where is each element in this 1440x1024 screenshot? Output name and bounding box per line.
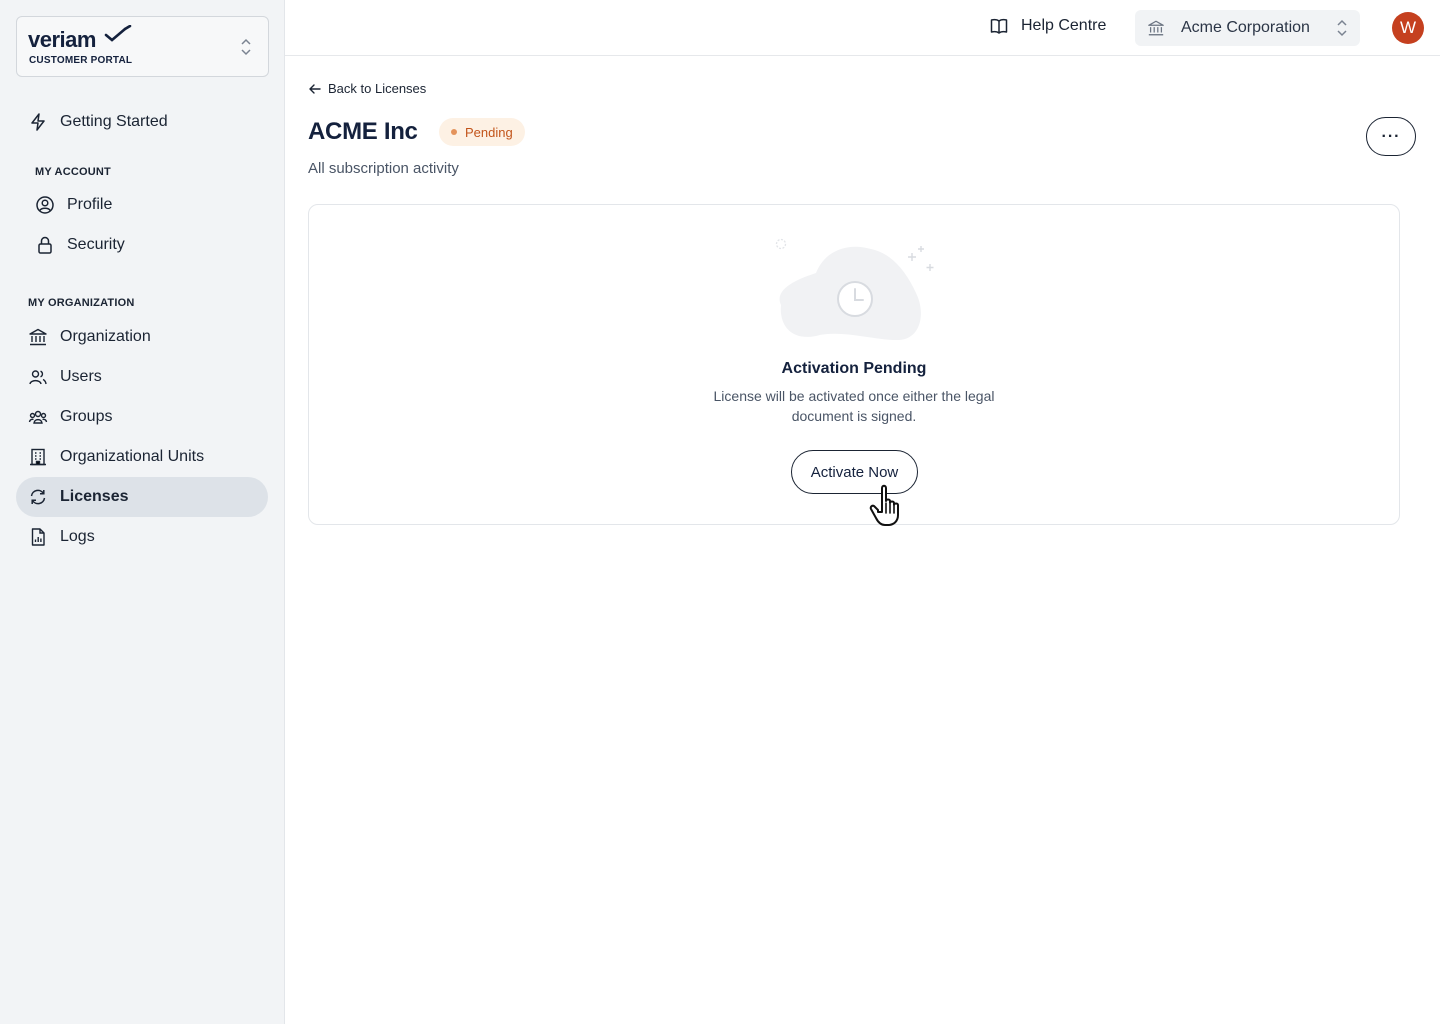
- empty-state-title: Activation Pending: [781, 360, 927, 377]
- sidebar-item-label: Logs: [60, 528, 95, 545]
- building-icon: [28, 447, 48, 467]
- back-to-licenses-link[interactable]: Back to Licenses: [308, 81, 426, 96]
- sidebar-item-label: Profile: [67, 196, 113, 213]
- section-label-my-account: MY ACCOUNT: [35, 166, 111, 178]
- status-label: Pending: [465, 124, 513, 140]
- chevron-up-down-icon: [241, 38, 251, 56]
- logo-check-icon: [104, 25, 132, 42]
- sidebar-item-label: Users: [60, 368, 102, 385]
- sidebar-item-organization[interactable]: Organization: [16, 317, 268, 357]
- sidebar-item-label: Getting Started: [60, 113, 168, 130]
- page-subtitle: All subscription activity: [308, 160, 459, 177]
- groups-icon: [28, 407, 48, 427]
- top-bar: Help Centre Acme Corporation W: [285, 0, 1440, 56]
- sidebar-item-label: Security: [67, 236, 125, 253]
- sidebar-item-profile[interactable]: Profile: [16, 185, 268, 225]
- empty-state-description: License will be activated once either th…: [713, 388, 995, 424]
- hand-cursor-icon: [869, 484, 899, 526]
- brand-subtitle: CUSTOMER PORTAL: [29, 55, 133, 66]
- status-dot: [451, 129, 457, 135]
- users-icon: [28, 367, 48, 387]
- section-label-my-organization: MY ORGANIZATION: [28, 297, 135, 309]
- organization-name: Acme Corporation: [1181, 19, 1310, 36]
- portal-switcher[interactable]: veriam CUSTOMER PORTAL: [16, 16, 269, 77]
- more-actions-button[interactable]: ···: [1366, 117, 1416, 156]
- arrow-left-icon: [309, 83, 321, 94]
- sidebar-item-security[interactable]: Security: [16, 225, 268, 265]
- sidebar-item-logs[interactable]: Logs: [16, 517, 268, 557]
- back-link-label: Back to Licenses: [328, 81, 427, 96]
- sidebar-item-getting-started[interactable]: Getting Started: [16, 102, 268, 142]
- document-chart-icon: [28, 527, 48, 547]
- avatar[interactable]: W: [1392, 12, 1424, 44]
- sidebar: veriam CUSTOMER PORTAL Getting Started M…: [0, 0, 285, 1024]
- book-icon: [990, 18, 1008, 34]
- bank-icon: [1148, 20, 1164, 36]
- page-title: ACME Inc: [308, 118, 418, 145]
- user-circle-icon: [35, 195, 55, 215]
- sidebar-item-label: Groups: [60, 408, 113, 425]
- status-badge: Pending: [439, 118, 525, 146]
- activation-card: Activation Pending License will be activ…: [308, 204, 1400, 525]
- chevron-up-down-icon: [1337, 19, 1347, 37]
- refresh-icon: [28, 487, 48, 507]
- lock-icon: [35, 235, 55, 255]
- bank-icon: [28, 327, 48, 347]
- sidebar-item-label: Organization: [60, 328, 151, 345]
- brand-logo: veriam: [28, 27, 96, 52]
- organization-selector[interactable]: Acme Corporation: [1135, 10, 1360, 46]
- sidebar-item-label: Licenses: [60, 488, 129, 505]
- sidebar-item-users[interactable]: Users: [16, 357, 268, 397]
- sidebar-item-organizational-units[interactable]: Organizational Units: [16, 437, 268, 477]
- help-centre-link[interactable]: Help Centre: [989, 16, 1106, 36]
- help-centre-label: Help Centre: [1021, 17, 1107, 34]
- sidebar-item-label: Organizational Units: [60, 448, 205, 465]
- lightning-icon: [28, 112, 48, 132]
- pending-clock-illustration: [775, 238, 934, 341]
- sidebar-item-groups[interactable]: Groups: [16, 397, 268, 437]
- sidebar-item-licenses[interactable]: Licenses: [16, 477, 268, 517]
